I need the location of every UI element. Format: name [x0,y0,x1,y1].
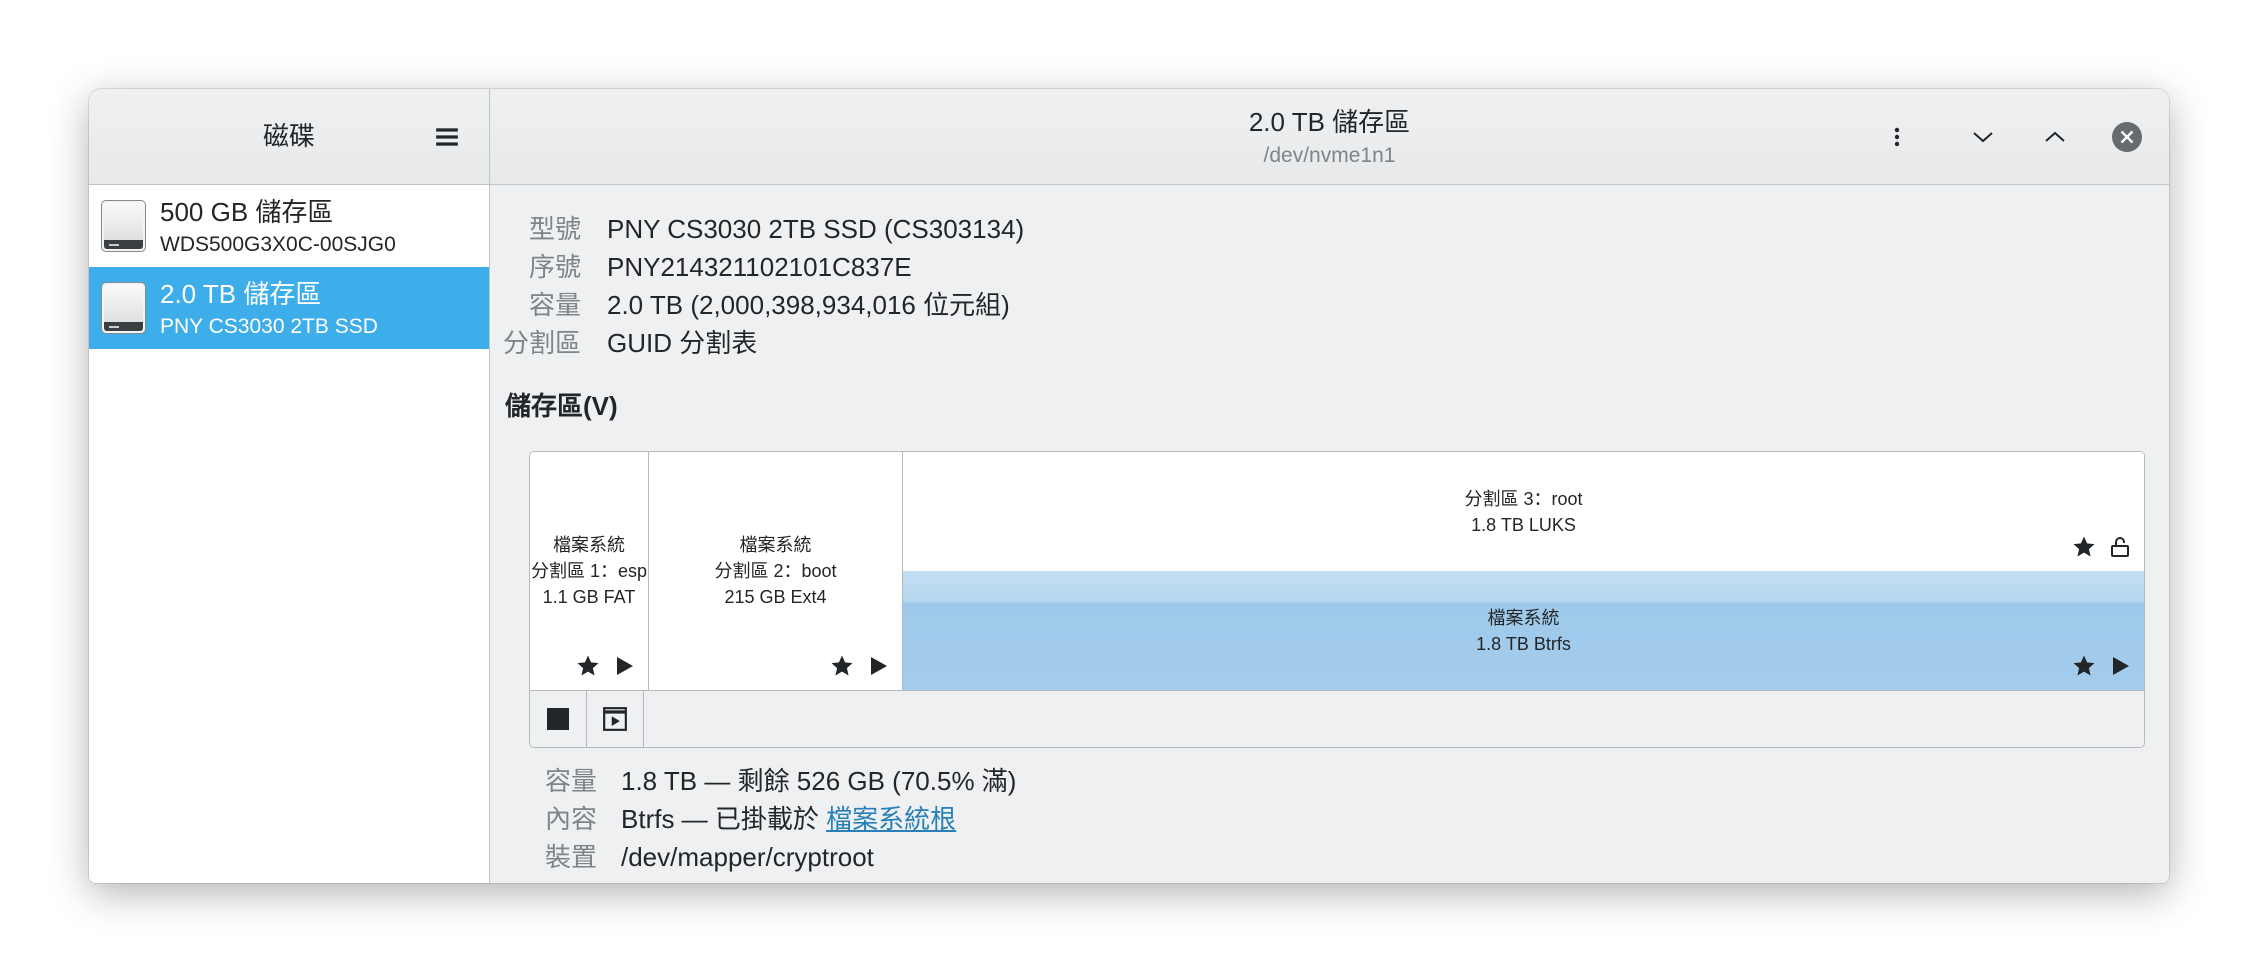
partition-3-luks[interactable]: 分割區 3：root 1.8 TB LUKS [903,452,2144,571]
play-icon [617,657,633,675]
star-icon [577,655,599,676]
partition-status-icons [830,654,890,678]
volume-info-row: 內容 Btrfs — 已掛載於 檔案系統根 [490,800,1016,838]
field-value: PNY214321102101C837E [607,252,912,282]
drive-item-title: 500 GB 儲存區 [160,197,334,227]
drive-menu-button[interactable] [1877,117,1917,157]
partition-row: 檔案系統 分割區 1：esp 1.1 GB FAT 檔案系統 分割區 2：boo… [530,452,2144,691]
field-label: 內容 [544,804,597,834]
partition-2[interactable]: 檔案系統 分割區 2：boot 215 GB Ext4 [649,452,903,690]
lock-open-icon [2111,537,2129,557]
partition-size: 215 GB Ext4 [724,587,827,607]
close-button[interactable] [2107,117,2147,157]
partition-1[interactable]: 檔案系統 分割區 1：esp 1.1 GB FAT [530,452,649,690]
partition-name: 分割區 2：boot [714,561,837,581]
partition-type: 檔案系統 [553,535,625,555]
sidebar-menu-button[interactable] [427,117,467,157]
partition-name: 分割區 3：root [1464,488,1583,509]
volume-info-row: 裝置 /dev/mapper/cryptroot [490,838,1016,876]
disks-window: 磁碟 2.0 TB 儲存區 /dev/nvme1n1 500 GB 儲存區 WD… [89,89,2169,883]
minimize-button[interactable] [1963,117,2003,157]
field-value: 1.8 TB — 剩餘 526 GB (70.5% 滿) [621,766,1017,796]
chevron-down-icon [1973,132,1993,143]
star-icon [831,655,853,676]
field-label: 裝置 [544,842,597,872]
drive-list-item[interactable]: 500 GB 儲存區 WDS500G3X0C-00SJG0 [89,185,489,267]
field-value: /dev/mapper/cryptroot [621,842,874,872]
drive-info-row: 序號 PNY214321102101C837E [490,248,1024,286]
drive-list: 500 GB 儲存區 WDS500G3X0C-00SJG0 2.0 TB 儲存區… [89,185,489,883]
volumes-heading: 儲存區(V) [505,391,618,421]
drive-harddisk-icon [101,200,146,252]
drive-item-title: 2.0 TB 儲存區 [160,279,322,309]
drive-info-row: 型號 PNY CS3030 2TB SSD (CS303134) [490,210,1024,248]
partition-options-icon [603,707,627,731]
volume-toolbar [530,691,2144,747]
maximize-button[interactable] [2035,117,2075,157]
mount-point-link[interactable]: 檔案系統根 [826,804,956,834]
window-title: 2.0 TB 儲存區 [1248,107,1411,137]
drive-info-row: 容量 2.0 TB (2,000,398,934,016 位元組) [490,286,1024,324]
field-value: Btrfs — 已掛載於 檔案系統根 [621,800,956,838]
field-label: 序號 [528,252,581,282]
field-label: 型號 [528,214,581,244]
drive-harddisk-icon [101,282,146,334]
content-text: Btrfs — 已掛載於 [621,804,827,834]
partition-3-filesystem[interactable]: 檔案系統 1.8 TB Btrfs [903,571,2144,690]
field-value: GUID 分割表 [607,328,758,358]
partition-options-button[interactable] [587,691,644,747]
partition-label: 分割區 3：root 1.8 TB LUKS [903,452,2144,571]
partition-size: 1.8 TB Btrfs [1476,633,1571,654]
partition-status-icons [2072,535,2132,559]
kebab-menu-icon [1894,127,1900,147]
partition-size: 1.1 GB FAT [542,587,636,607]
play-icon [2113,657,2129,675]
drive-list-item[interactable]: 2.0 TB 儲存區 PNY CS3030 2TB SSD [89,267,489,349]
volume-info: 容量 1.8 TB — 剩餘 526 GB (70.5% 滿) 內容 Btrfs… [490,762,1016,876]
drive-item-subtitle: PNY CS3030 2TB SSD [160,315,378,338]
window-subtitle: /dev/nvme1n1 [1263,144,1396,167]
star-icon [2073,536,2095,557]
field-label: 容量 [544,766,597,796]
stop-icon [547,708,569,730]
partition-type: 檔案系統 [1487,607,1560,628]
partition-label: 檔案系統 1.8 TB Btrfs [903,571,2144,690]
partition-status-icons [576,654,636,678]
drive-item-subtitle: WDS500G3X0C-00SJG0 [160,233,396,256]
partition-type: 檔案系統 [739,535,812,555]
partition-name: 分割區 1：esp [530,561,648,581]
partition-status-icons [2072,654,2132,678]
close-icon [2112,122,2142,152]
partition-3: 分割區 3：root 1.8 TB LUKS 檔案系統 1.8 TB Btrfs [903,452,2144,690]
drive-details: 型號 PNY CS3030 2TB SSD (CS303134) 序號 PNY2… [490,185,2169,883]
volume-map: 檔案系統 分割區 1：esp 1.1 GB FAT 檔案系統 分割區 2：boo… [529,451,2145,748]
drive-info: 型號 PNY CS3030 2TB SSD (CS303134) 序號 PNY2… [490,210,1024,362]
field-label: 分割區 [502,328,581,358]
drive-info-row: 分割區 GUID 分割表 [490,324,1024,362]
star-icon [2073,655,2095,676]
hamburger-menu-icon [436,128,458,146]
field-label: 容量 [528,290,581,320]
unmount-button[interactable] [530,691,587,747]
volume-info-row: 容量 1.8 TB — 剩餘 526 GB (70.5% 滿) [490,762,1016,800]
field-value: PNY CS3030 2TB SSD (CS303134) [607,214,1025,244]
partition-size: 1.8 TB LUKS [1471,514,1576,535]
field-value: 2.0 TB (2,000,398,934,016 位元組) [607,290,1010,320]
play-icon [871,657,887,675]
chevron-up-icon [2045,131,2065,142]
